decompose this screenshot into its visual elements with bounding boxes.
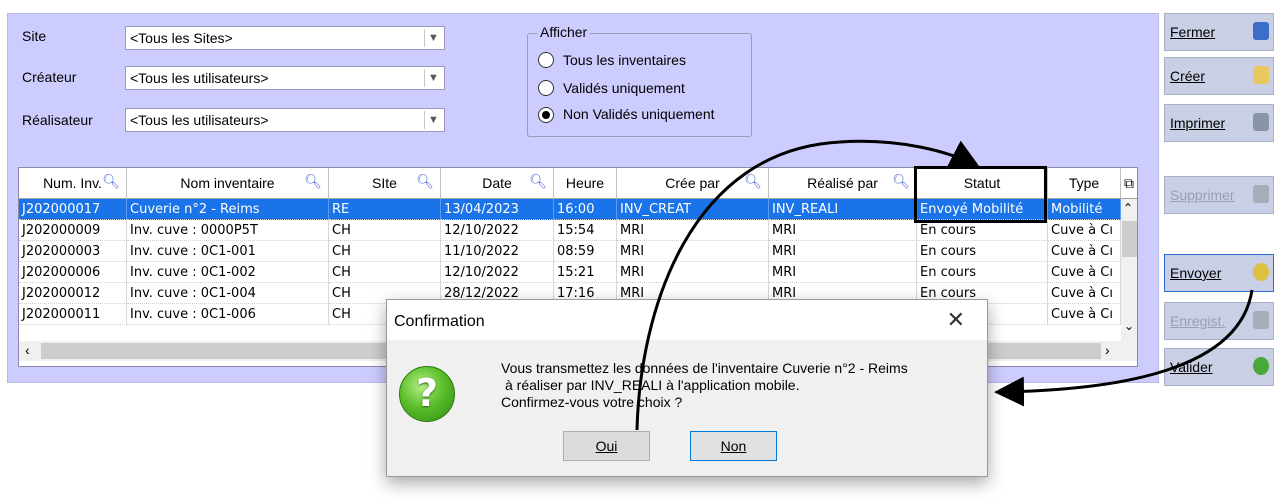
annotation-arrows	[635, 139, 1254, 431]
arrow-statut	[635, 139, 981, 431]
arrow-envoyer	[994, 289, 1254, 407]
